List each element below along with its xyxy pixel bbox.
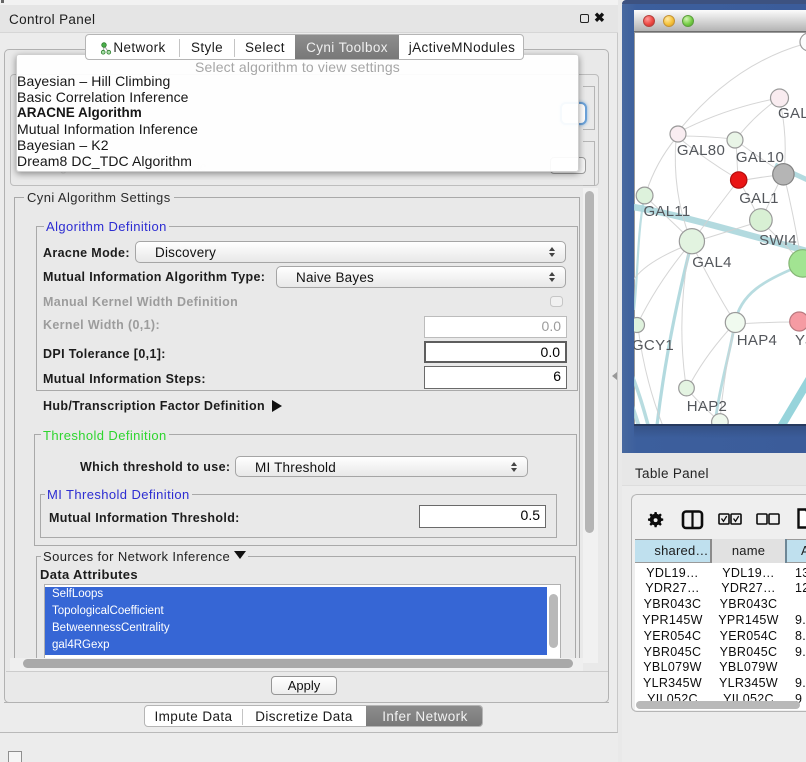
svg-text:GAL80: GAL80: [677, 142, 725, 159]
svg-text:GCY1: GCY1: [634, 337, 674, 354]
svg-text:GAL1: GAL1: [739, 190, 779, 207]
svg-text:YJL: YJL: [795, 332, 806, 349]
svg-text:HAP2: HAP2: [687, 398, 727, 415]
svg-text:HAP4: HAP4: [737, 332, 777, 349]
svg-text:SWI4: SWI4: [759, 232, 797, 249]
svg-text:GAL7: GAL7: [778, 105, 806, 122]
svg-text:GAL10: GAL10: [736, 149, 784, 166]
svg-text:GAL11: GAL11: [643, 203, 690, 220]
svg-text:GAL4: GAL4: [692, 254, 732, 271]
